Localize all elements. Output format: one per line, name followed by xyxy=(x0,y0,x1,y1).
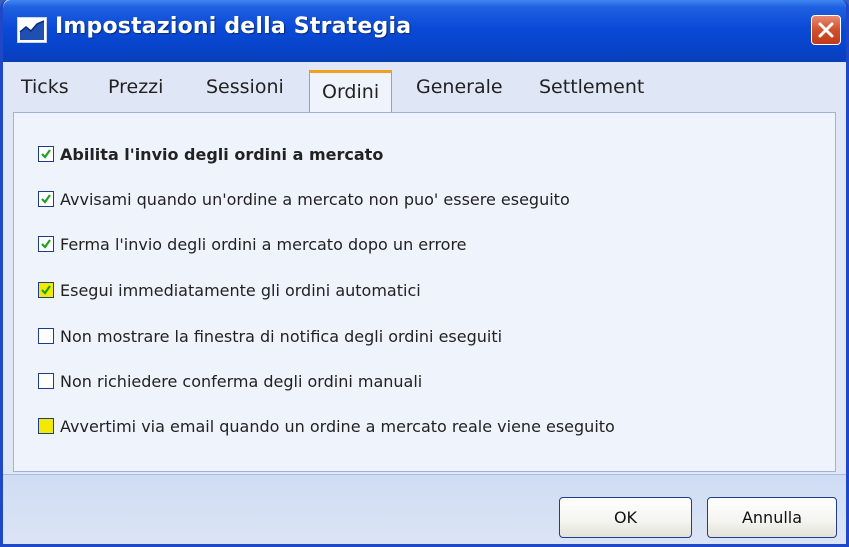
tab-generale[interactable]: Generale xyxy=(416,76,503,98)
checkbox-checked[interactable] xyxy=(38,236,54,252)
option-label: Ferma l'invio degli ordini a mercato dop… xyxy=(60,234,467,254)
option-label: Abilita l'invio degli ordini a mercato xyxy=(60,144,384,164)
option-label: Non mostrare la finestra di notifica deg… xyxy=(60,326,503,346)
chart-icon xyxy=(17,17,47,43)
option-execute-automatic-orders[interactable]: Esegui immediatamente gli ordini automat… xyxy=(38,279,421,301)
tab-ticks[interactable]: Ticks xyxy=(21,76,69,98)
checkbox-unchecked[interactable] xyxy=(38,418,54,434)
option-no-manual-confirm[interactable]: Non richiedere conferma degli ordini man… xyxy=(38,370,422,392)
option-label: Avvisami quando un'ordine a mercato non … xyxy=(60,189,570,209)
tab-ordini[interactable]: Ordini xyxy=(309,70,393,112)
checkbox-checked[interactable] xyxy=(38,282,54,298)
option-label: Non richiedere conferma degli ordini man… xyxy=(60,371,423,391)
checkbox-checked[interactable] xyxy=(38,191,54,207)
window-title: Impostazioni della Strategia xyxy=(55,14,412,39)
tab-prezzi[interactable]: Prezzi xyxy=(108,76,163,98)
ordini-panel: Abilita l'invio degli ordini a mercato A… xyxy=(13,112,836,472)
cancel-button[interactable]: Annulla xyxy=(707,497,837,538)
tab-bar: Ticks Prezzi Sessioni Ordini Generale Se… xyxy=(3,62,846,112)
option-label: Esegui immediatamente gli ordini automat… xyxy=(60,280,421,300)
ok-button[interactable]: OK xyxy=(559,497,692,538)
close-icon[interactable] xyxy=(811,15,841,45)
option-warn-market-order-fail[interactable]: Avvisami quando un'ordine a mercato non … xyxy=(38,188,570,210)
title-bar[interactable]: Impostazioni della Strategia xyxy=(3,0,846,62)
checkbox-unchecked[interactable] xyxy=(38,328,54,344)
tab-settlement[interactable]: Settlement xyxy=(539,76,644,98)
dialog-window: Impostazioni della Strategia Ticks Prezz… xyxy=(0,0,849,547)
tab-sessioni[interactable]: Sessioni xyxy=(206,76,284,98)
option-label: Avvertimi via email quando un ordine a m… xyxy=(60,416,615,436)
checkbox-checked[interactable] xyxy=(38,146,54,162)
option-hide-notification-window[interactable]: Non mostrare la finestra di notifica deg… xyxy=(38,325,502,347)
option-stop-after-error[interactable]: Ferma l'invio degli ordini a mercato dop… xyxy=(38,233,467,255)
option-email-notify[interactable]: Avvertimi via email quando un ordine a m… xyxy=(38,415,615,437)
option-enable-market-orders[interactable]: Abilita l'invio degli ordini a mercato xyxy=(38,143,383,165)
checkbox-unchecked[interactable] xyxy=(38,373,54,389)
